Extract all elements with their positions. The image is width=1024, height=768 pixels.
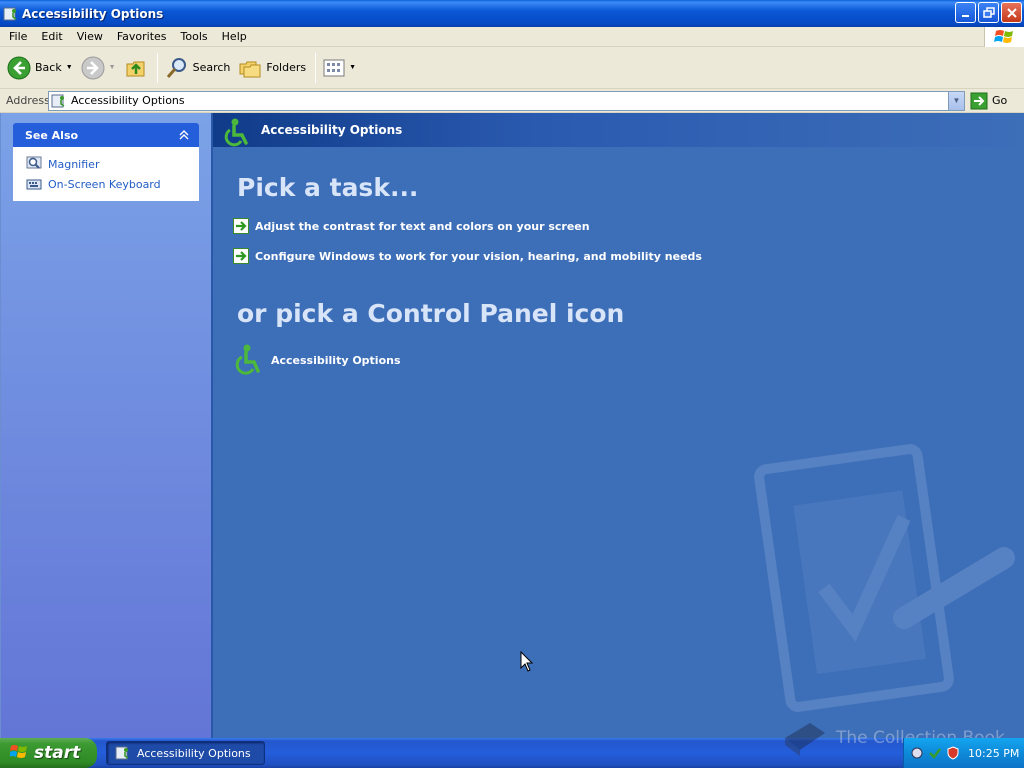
control-panel-icon-label: Accessibility Options: [271, 353, 401, 367]
up-folder-button[interactable]: [121, 52, 151, 84]
go-arrow-icon: [970, 92, 988, 109]
title-bar[interactable]: Accessibility Options: [0, 0, 1024, 27]
windows-flag-icon: [10, 745, 27, 758]
back-label: Back: [35, 61, 62, 74]
menu-file[interactable]: File: [2, 30, 34, 43]
menu-tools[interactable]: Tools: [174, 30, 215, 43]
network-icon[interactable]: [910, 746, 924, 760]
magnifier-label: Magnifier: [48, 157, 100, 171]
go-label: Go: [992, 94, 1008, 107]
magnifier-icon: [26, 156, 42, 169]
restore-button[interactable]: [978, 2, 999, 23]
address-value: Accessibility Options: [71, 94, 185, 107]
forward-dropdown-icon[interactable]: ▼: [109, 64, 116, 71]
collapse-chevron-icon[interactable]: [177, 128, 191, 142]
go-button[interactable]: Go: [970, 92, 1007, 110]
category-title: Accessibility Options: [261, 123, 403, 137]
keyboard-icon: [26, 179, 42, 190]
folders-label: Folders: [266, 61, 307, 74]
see-also-header[interactable]: See Also: [13, 123, 199, 147]
category-header: Accessibility Options: [213, 113, 1024, 147]
toolbar-separator: [315, 52, 317, 83]
left-task-pane: See Also Magnifier On-Screen Keyboard: [0, 113, 211, 738]
restore-icon: [982, 6, 995, 18]
control-panel-watermark-icon: [754, 444, 1015, 712]
accessibility-small-icon: [115, 746, 129, 760]
or-pick-heading: or pick a Control Panel icon: [237, 299, 625, 328]
views-icon: [323, 59, 345, 76]
accessibility-header-icon: [224, 118, 248, 147]
toolbar: Back ▼ ▼ Search Folders ▼: [0, 47, 1024, 89]
task-label: Configure Windows to work for your visio…: [255, 249, 702, 263]
address-bar: Address Accessibility Options ▼ Go: [0, 89, 1024, 113]
toolbar-separator: [156, 52, 158, 83]
address-input[interactable]: Accessibility Options ▼: [48, 90, 965, 111]
minimize-icon: [961, 14, 969, 17]
back-dropdown-icon[interactable]: ▼: [66, 64, 73, 71]
accessibility-small-icon: [51, 94, 65, 107]
views-button[interactable]: ▼: [320, 52, 359, 84]
menu-edit[interactable]: Edit: [34, 30, 69, 43]
clock: 10:25 PM: [968, 746, 1020, 760]
minimize-button[interactable]: [955, 2, 976, 23]
windows-logo-icon: [984, 27, 1024, 47]
accessibility-icon: [235, 344, 260, 375]
task-arrow-icon: [233, 218, 249, 234]
see-also-title: See Also: [25, 128, 79, 142]
security-shield-icon[interactable]: [946, 746, 960, 760]
accessibility-app-icon: [3, 7, 17, 20]
search-icon: [166, 57, 186, 78]
taskbar-item-accessibility[interactable]: Accessibility Options: [106, 741, 265, 765]
menu-help[interactable]: Help: [215, 30, 254, 43]
start-label: start: [34, 743, 81, 763]
up-folder-icon: [126, 61, 145, 76]
menu-bar: File Edit View Favorites Tools Help: [0, 27, 1024, 47]
taskbar-item-label: Accessibility Options: [137, 746, 251, 760]
see-also-panel: See Also Magnifier On-Screen Keyboard: [13, 123, 199, 201]
menu-favorites[interactable]: Favorites: [110, 30, 174, 43]
pick-task-heading: Pick a task...: [237, 173, 419, 202]
taskbar: start Accessibility Options The Collecti…: [0, 723, 1024, 768]
folders-button[interactable]: Folders: [235, 52, 309, 84]
search-button[interactable]: Search: [162, 52, 234, 84]
back-button[interactable]: Back ▼: [4, 52, 76, 84]
address-dropdown-icon[interactable]: ▼: [948, 91, 964, 110]
task-arrow-icon: [233, 248, 249, 264]
task-label: Adjust the contrast for text and colors …: [255, 219, 590, 233]
see-also-link-magnifier[interactable]: Magnifier: [14, 154, 198, 174]
forward-button[interactable]: ▼: [78, 52, 119, 84]
book-icon: [785, 723, 825, 756]
keyboard-label: On-Screen Keyboard: [48, 177, 161, 191]
folders-icon: [239, 61, 261, 77]
back-arrow-icon: [7, 56, 31, 79]
security-check-icon[interactable]: [928, 746, 942, 760]
close-icon: [1006, 7, 1017, 18]
main-content: Accessibility Options Pick a task... Adj…: [211, 113, 1024, 738]
see-also-body: Magnifier On-Screen Keyboard: [13, 147, 199, 201]
close-button[interactable]: [1001, 2, 1022, 23]
views-dropdown-icon[interactable]: ▼: [349, 64, 356, 71]
start-button[interactable]: start: [0, 738, 97, 768]
task-adjust-contrast[interactable]: Adjust the contrast for text and colors …: [233, 218, 590, 234]
mouse-cursor-icon: [520, 651, 534, 672]
task-configure-windows[interactable]: Configure Windows to work for your visio…: [233, 248, 702, 264]
forward-arrow-icon: [81, 56, 105, 79]
window-title: Accessibility Options: [22, 6, 164, 21]
menu-view[interactable]: View: [70, 30, 110, 43]
control-panel-icon-accessibility[interactable]: Accessibility Options: [233, 343, 401, 377]
address-label: Address: [6, 94, 50, 107]
search-label: Search: [192, 61, 231, 74]
system-tray: 10:25 PM: [903, 738, 1024, 768]
see-also-link-keyboard[interactable]: On-Screen Keyboard: [14, 174, 198, 194]
